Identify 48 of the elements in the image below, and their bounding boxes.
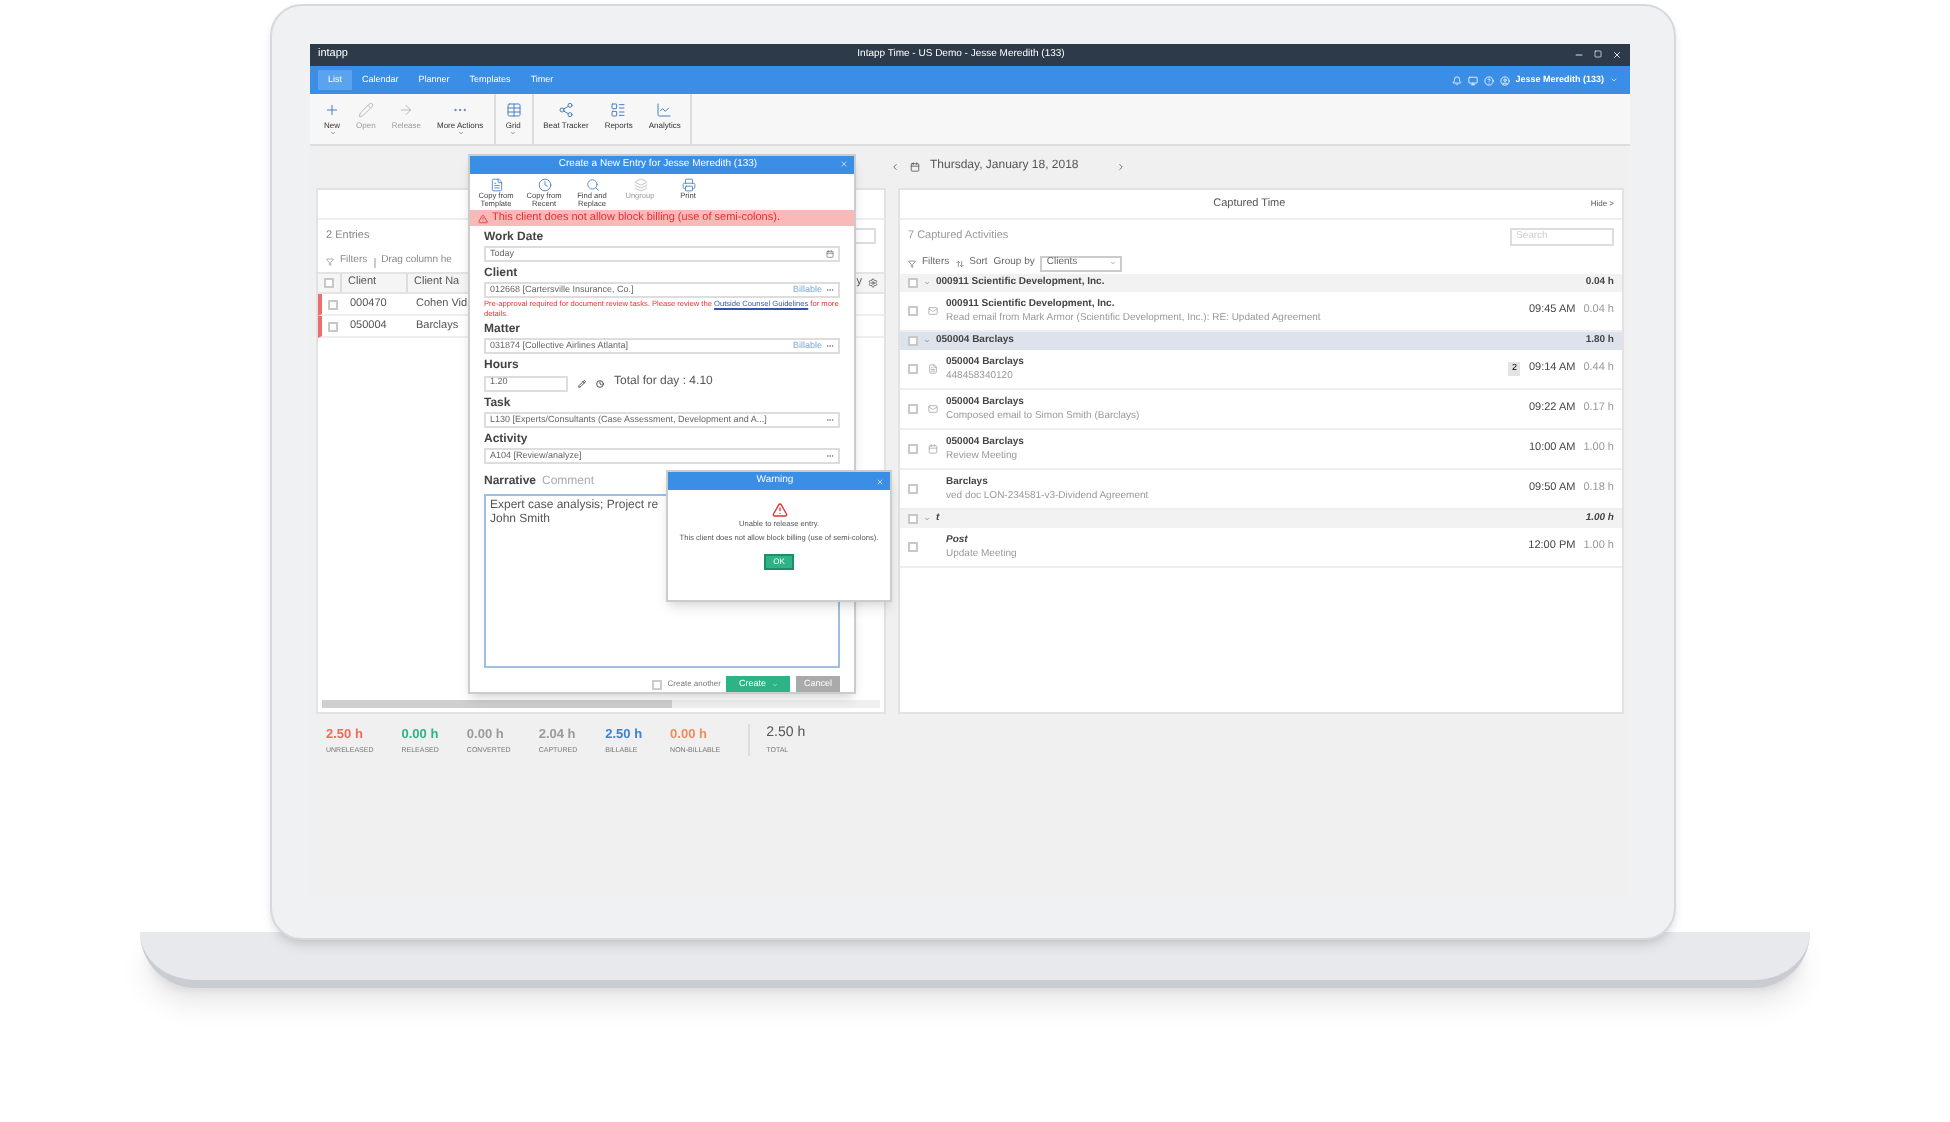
checkbox[interactable]	[651, 679, 662, 689]
print-icon	[681, 177, 695, 192]
checkbox[interactable]	[908, 404, 918, 414]
checkbox[interactable]	[328, 299, 338, 309]
plus-icon	[324, 102, 340, 118]
warning-icon	[478, 213, 488, 223]
filter-icon[interactable]	[326, 258, 334, 266]
calendar-icon	[826, 250, 834, 258]
next-icon[interactable]	[1116, 162, 1127, 172]
maximize-icon[interactable]	[1594, 50, 1602, 58]
nodes-icon	[557, 102, 574, 118]
mail-icon	[927, 306, 937, 316]
grid-icon	[505, 102, 522, 118]
checkbox[interactable]	[328, 321, 338, 331]
arrow-icon	[398, 102, 415, 118]
calendar-icon[interactable]	[910, 162, 920, 172]
checkbox[interactable]	[908, 306, 918, 316]
checkbox[interactable]	[908, 514, 918, 524]
search-icon	[585, 177, 599, 192]
layers-icon	[633, 177, 647, 192]
document-icon	[489, 177, 503, 192]
warning-icon	[771, 502, 787, 518]
checkbox[interactable]	[908, 364, 918, 374]
chart-icon	[656, 102, 673, 118]
mail-icon	[927, 404, 937, 414]
clock-icon	[537, 177, 551, 192]
calendar-icon	[927, 444, 937, 454]
settings-icon[interactable]	[868, 278, 878, 288]
pencil-icon	[357, 102, 374, 118]
checkbox[interactable]	[908, 484, 918, 494]
list-icon	[610, 102, 627, 118]
user-icon[interactable]	[1499, 75, 1510, 85]
scrollbar[interactable]	[322, 700, 880, 708]
checkbox[interactable]	[908, 542, 918, 552]
help-icon[interactable]	[1483, 75, 1494, 85]
document-icon	[927, 364, 937, 374]
monitor-icon[interactable]	[1467, 75, 1478, 85]
checkbox[interactable]	[324, 278, 334, 288]
pencil-icon[interactable]	[578, 379, 586, 387]
checkbox[interactable]	[908, 336, 918, 346]
bell-icon[interactable]	[1451, 75, 1462, 85]
checkbox[interactable]	[908, 278, 918, 288]
checkbox[interactable]	[908, 444, 918, 454]
clock-icon[interactable]	[596, 379, 604, 387]
filter-icon[interactable]	[908, 259, 916, 267]
sort-icon[interactable]	[955, 259, 964, 267]
previous-icon[interactable]	[890, 162, 900, 172]
minimize-icon[interactable]	[1574, 50, 1584, 60]
